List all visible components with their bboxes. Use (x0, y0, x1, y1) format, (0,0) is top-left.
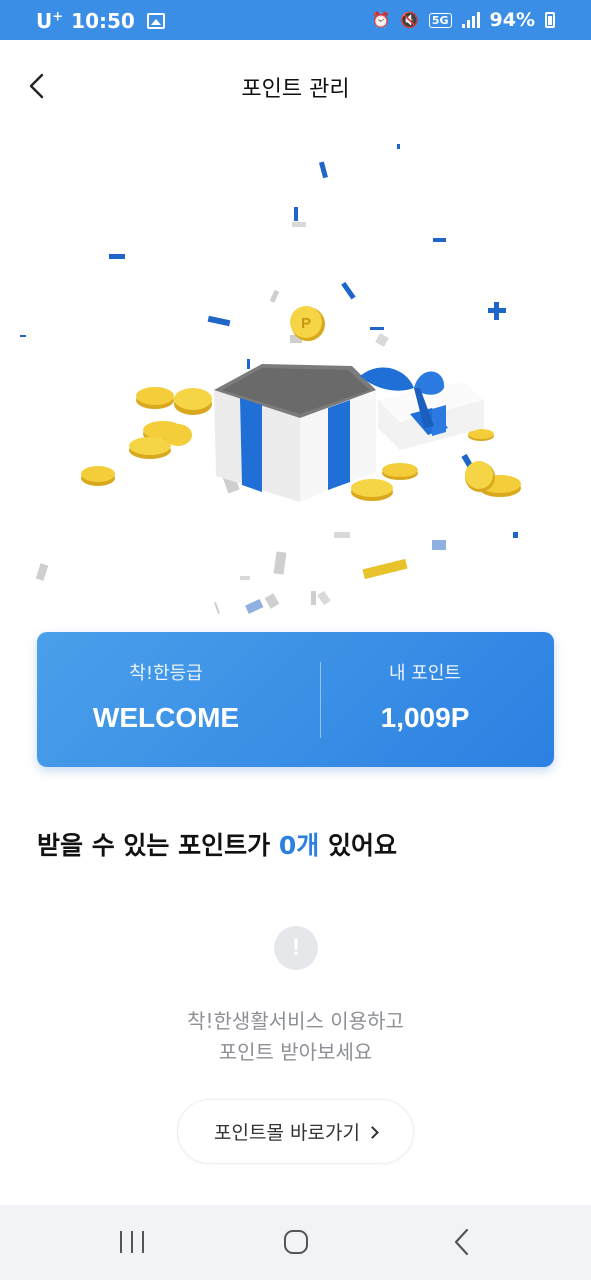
svg-text:P: P (301, 315, 311, 332)
signal-icon (461, 12, 480, 28)
grade-label: 착!한등급 (129, 663, 203, 684)
point-mall-button[interactable]: 포인트몰 바로가기 (177, 1099, 414, 1164)
system-nav-bar (0, 1205, 591, 1280)
battery-percent: 94% (489, 9, 535, 31)
gift-box (214, 364, 484, 502)
status-left: U+ 10:50 (36, 9, 165, 33)
carrier-label: U+ (36, 9, 64, 33)
battery-icon (545, 12, 555, 28)
point-mall-button-label: 포인트몰 바로가기 (214, 1122, 360, 1144)
empty-state-message: 착!한생활서비스 이용하고 포인트 받아보세요 (0, 1006, 591, 1068)
status-right: ⏰ 🔇 5G 94% (371, 9, 555, 31)
status-bar: U+ 10:50 ⏰ 🔇 5G 94% (0, 0, 591, 40)
recent-apps-icon[interactable] (112, 1227, 152, 1257)
gallery-icon (146, 13, 165, 29)
nav-back-icon[interactable] (442, 1227, 482, 1257)
network-badge: 5G (428, 12, 452, 28)
empty-state-line2: 포인트 받아보세요 (218, 1040, 373, 1064)
page-title: 포인트 관리 (241, 77, 350, 102)
app-header: 포인트 관리 (0, 40, 591, 132)
gift-illustration: P (20, 144, 521, 614)
points-label: 내 포인트 (389, 663, 461, 684)
receivable-points-heading: 받을 수 있는 포인트가 0개 있어요 (37, 826, 397, 862)
grade-section: 착!한등급 WELCOME (37, 632, 295, 767)
receivable-count: 0개 (278, 831, 320, 860)
status-time: 10:50 (71, 9, 135, 33)
mute-icon: 🔇 (400, 11, 419, 29)
chevron-right-icon (366, 1125, 379, 1139)
heading-suffix: 있어요 (319, 831, 397, 860)
heading-prefix: 받을 수 있는 포인트가 (37, 831, 279, 860)
home-icon[interactable] (276, 1227, 316, 1257)
exclamation-icon: ! (274, 926, 318, 970)
points-section: 내 포인트 1,009P (296, 632, 554, 767)
grade-value: WELCOME (92, 702, 240, 733)
alarm-icon: ⏰ (371, 11, 391, 29)
empty-state-line1: 착!한생활서비스 이용하고 (187, 1009, 404, 1033)
grade-points-card[interactable]: 착!한등급 WELCOME 내 포인트 1,009P (37, 632, 554, 767)
points-value: 1,009P (380, 702, 470, 733)
